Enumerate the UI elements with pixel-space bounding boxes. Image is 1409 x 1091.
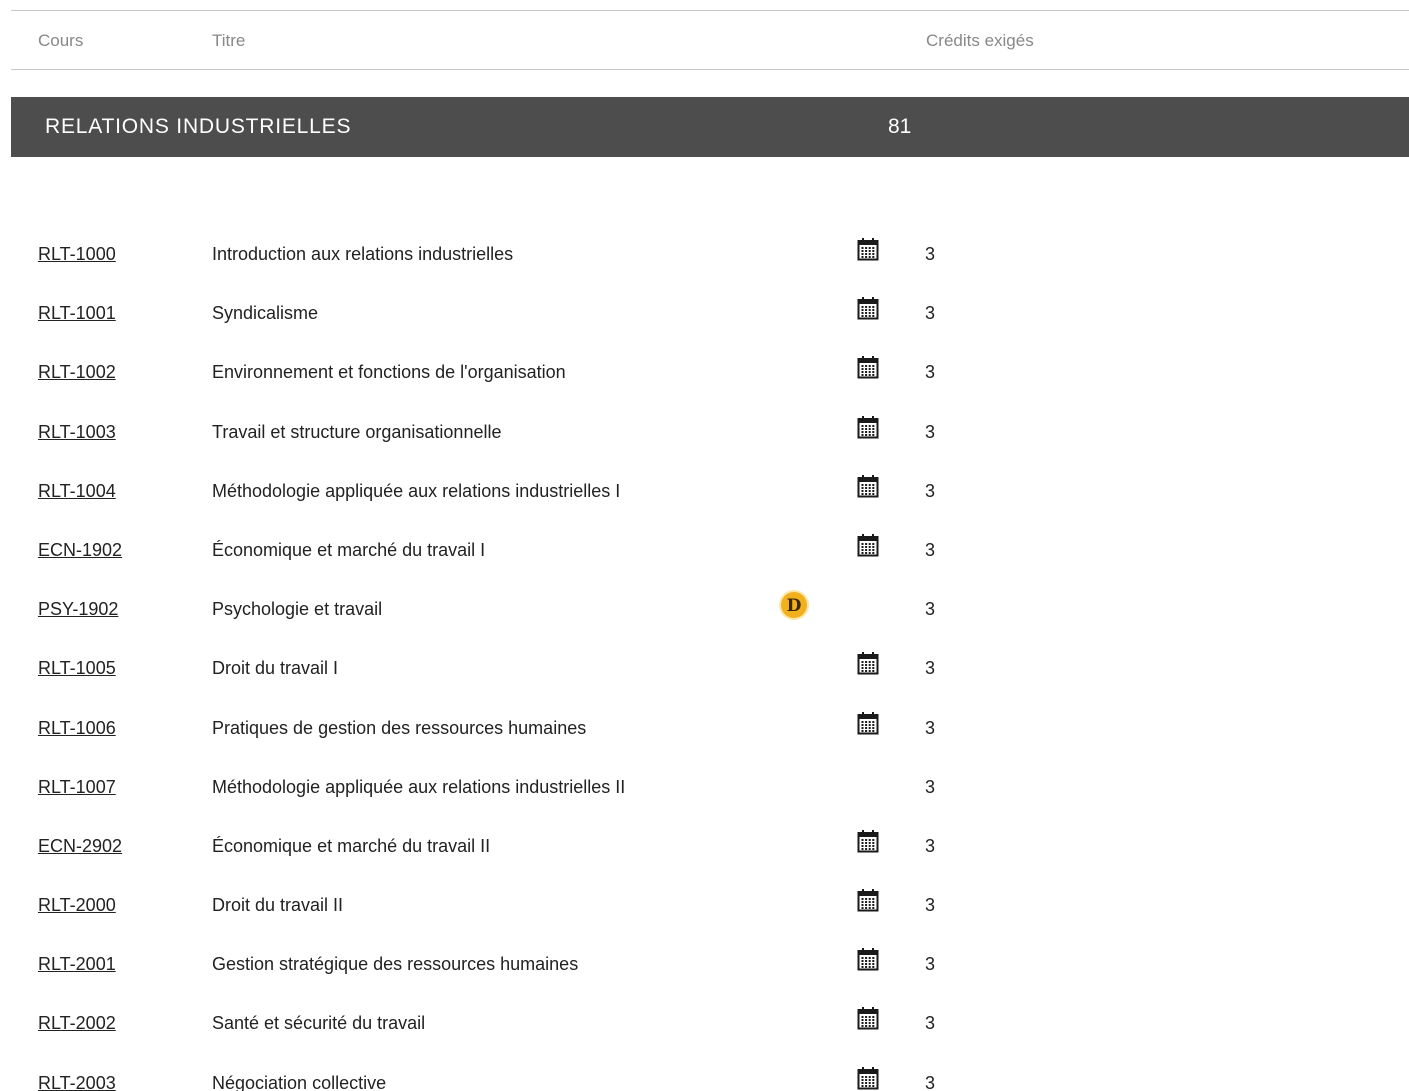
course-credits: 3 bbox=[925, 776, 936, 797]
course-title: Pratiques de gestion des ressources huma… bbox=[212, 717, 587, 738]
course-row: RLT-1002 Environnement et fonctions de l'… bbox=[0, 343, 1409, 402]
column-header-credits: Crédits exigés bbox=[926, 31, 1034, 50]
course-row: RLT-1007 Méthodologie appliquée aux relat… bbox=[0, 758, 1409, 817]
course-code-link[interactable]: RLT-2001 bbox=[38, 954, 116, 974]
course-code-link[interactable]: RLT-1002 bbox=[38, 362, 116, 382]
course-row: ECN-1902 Économique et marché du travail … bbox=[0, 521, 1409, 580]
course-code-link[interactable]: PSY-1902 bbox=[38, 599, 118, 619]
course-code-link[interactable]: RLT-1005 bbox=[38, 658, 116, 678]
course-credits: 3 bbox=[925, 1072, 936, 1091]
course-title: Santé et sécurité du travail bbox=[212, 1013, 426, 1034]
calendar-icon[interactable] bbox=[857, 296, 879, 320]
course-credits: 3 bbox=[925, 1013, 936, 1034]
course-credits: 3 bbox=[925, 835, 936, 856]
course-title: Négociation collective bbox=[212, 1072, 387, 1091]
calendar-icon[interactable] bbox=[857, 947, 879, 971]
course-code-link[interactable]: RLT-1001 bbox=[38, 303, 116, 323]
course-code-link[interactable]: RLT-1006 bbox=[38, 718, 116, 738]
course-title: Méthodologie appliquée aux relations ind… bbox=[212, 776, 626, 797]
course-title: Méthodologie appliquée aux relations ind… bbox=[212, 480, 621, 501]
calendar-icon[interactable] bbox=[857, 355, 879, 379]
calendar-icon[interactable] bbox=[857, 829, 879, 853]
calendar-icon[interactable] bbox=[857, 415, 879, 439]
course-code-link[interactable]: RLT-2003 bbox=[38, 1073, 116, 1091]
table-header: Cours Titre Crédits exigés bbox=[11, 10, 1409, 70]
course-row: RLT-1004 Méthodologie appliquée aux relat… bbox=[0, 462, 1409, 521]
course-title: Droit du travail I bbox=[212, 658, 339, 679]
course-code-link[interactable]: RLT-2002 bbox=[38, 1013, 116, 1033]
calendar-icon[interactable] bbox=[857, 474, 879, 498]
course-title: Économique et marché du travail II bbox=[212, 835, 491, 856]
column-header-title: Titre bbox=[212, 31, 246, 50]
course-row: RLT-1006 Pratiques de gestion des ressour… bbox=[0, 699, 1409, 758]
course-credits: 3 bbox=[925, 539, 936, 560]
course-row: RLT-1000 Introduction aux relations indus… bbox=[0, 225, 1409, 284]
calendar-icon[interactable] bbox=[857, 888, 879, 912]
course-code-link[interactable]: RLT-1007 bbox=[38, 777, 116, 797]
course-credits: 3 bbox=[925, 954, 936, 975]
course-row: RLT-2002 Santé et sécurité du travail 3 bbox=[0, 994, 1409, 1053]
course-row: RLT-2003 Négociation collective 3 bbox=[0, 1054, 1409, 1091]
course-credits: 3 bbox=[925, 362, 936, 383]
course-title: Psychologie et travail bbox=[212, 599, 383, 620]
program-name: RELATIONS INDUSTRIELLES bbox=[45, 115, 352, 138]
course-credits: 3 bbox=[925, 658, 936, 679]
course-row: RLT-2000 Droit du travail II 3 bbox=[0, 876, 1409, 935]
course-code-link[interactable]: ECN-1902 bbox=[38, 540, 122, 560]
course-row: RLT-1003 Travail et structure organisatio… bbox=[0, 403, 1409, 462]
d-badge-letter: D bbox=[787, 596, 802, 616]
course-row: RLT-1001 Syndicalisme 3 bbox=[0, 284, 1409, 343]
course-row: ECN-2902 Économique et marché du travail … bbox=[0, 817, 1409, 876]
calendar-icon[interactable] bbox=[857, 651, 879, 675]
course-title: Syndicalisme bbox=[212, 303, 319, 324]
course-title: Introduction aux relations industrielles bbox=[212, 244, 514, 264]
course-credits: 3 bbox=[925, 895, 936, 916]
course-row: RLT-1005 Droit du travail I 3 bbox=[0, 639, 1409, 698]
course-credits: 3 bbox=[925, 303, 936, 324]
course-title: Économique et marché du travail I bbox=[212, 539, 486, 560]
course-credits: 3 bbox=[925, 421, 936, 442]
course-list: RLT-1000 Introduction aux relations indus… bbox=[0, 225, 1409, 1091]
course-code-link[interactable]: RLT-1003 bbox=[38, 422, 116, 442]
course-code-link[interactable]: ECN-2902 bbox=[38, 836, 122, 856]
course-row: RLT-2001 Gestion stratégique des ressourc… bbox=[0, 935, 1409, 994]
course-title: Gestion stratégique des ressources humai… bbox=[212, 954, 579, 975]
course-title: Environnement et fonctions de l'organisa… bbox=[212, 362, 566, 383]
program-total-credits: 81 bbox=[888, 115, 912, 138]
course-code-link[interactable]: RLT-1004 bbox=[38, 481, 116, 501]
course-code-link[interactable]: RLT-2000 bbox=[38, 895, 116, 915]
course-credits: 3 bbox=[925, 599, 936, 620]
calendar-icon[interactable] bbox=[857, 711, 879, 735]
d-badge-icon[interactable]: D bbox=[778, 589, 810, 621]
calendar-icon[interactable] bbox=[857, 1066, 879, 1090]
course-title: Travail et structure organisationnelle bbox=[212, 421, 502, 442]
course-list-page: Cours Titre Crédits exigés RELATIONS IND… bbox=[0, 0, 1409, 1091]
course-credits: 3 bbox=[925, 717, 936, 738]
course-credits: 3 bbox=[925, 244, 936, 264]
course-code-link[interactable]: RLT-1000 bbox=[38, 244, 116, 264]
calendar-icon[interactable] bbox=[857, 237, 879, 261]
program-header-bar: RELATIONS INDUSTRIELLES 81 bbox=[11, 97, 1409, 157]
calendar-icon[interactable] bbox=[857, 1006, 879, 1030]
calendar-icon[interactable] bbox=[857, 533, 879, 557]
course-row: PSY-1902 Psychologie et travail D 3 bbox=[0, 580, 1409, 639]
column-header-course: Cours bbox=[38, 31, 84, 50]
course-credits: 3 bbox=[925, 480, 936, 501]
course-title: Droit du travail II bbox=[212, 895, 344, 916]
